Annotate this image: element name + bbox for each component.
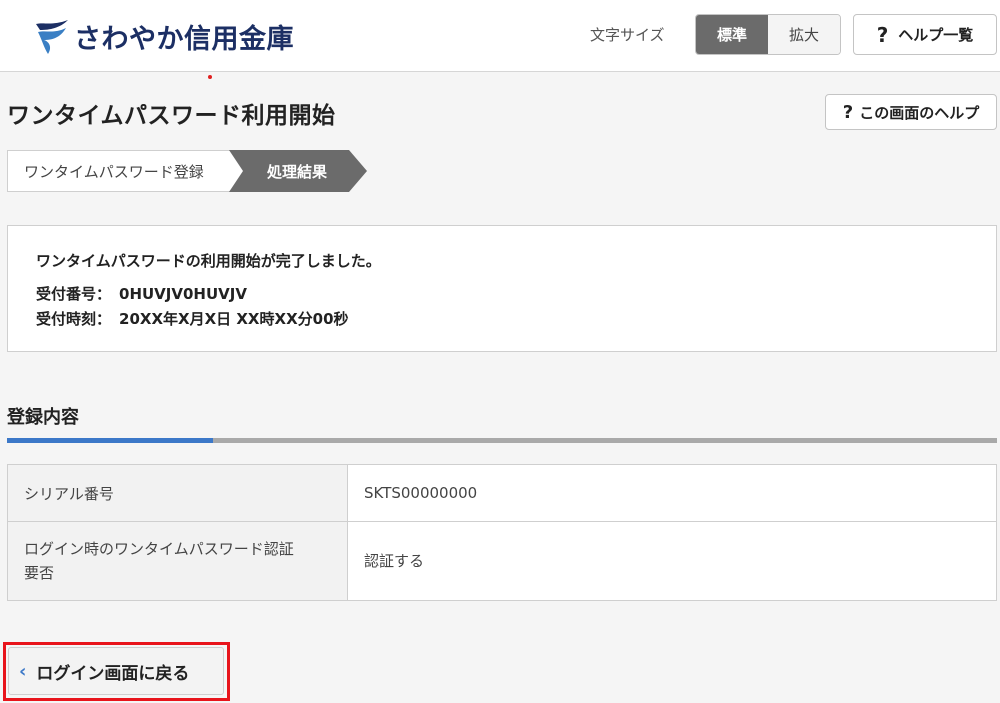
step-registration: ワンタイムパスワード登録 — [7, 150, 255, 192]
page-title: ワンタイムパスワード利用開始 — [7, 103, 336, 129]
section-divider-accent — [7, 438, 213, 443]
registration-table: シリアル番号 SKTS00000000 ログイン時のワンタイムパスワード認証 要… — [7, 464, 997, 601]
font-size-toggle: 標準 拡大 — [695, 14, 841, 55]
logo-wave-icon — [36, 20, 68, 54]
otp-auth-label-line1: ログイン時のワンタイムパスワード認証 — [24, 540, 294, 558]
red-dot-mark — [208, 75, 212, 79]
receipt-number: 受付番号： 0HUVJV0HUVJV — [36, 283, 247, 304]
section-title: 登録内容 — [7, 407, 79, 428]
site-header: さわやか信用金庫 文字サイズ 標準 拡大 ? ヘルプ一覧 — [0, 0, 1000, 72]
table-row: ログイン時のワンタイムパスワード認証 要否 認証する — [7, 521, 997, 601]
receipt-number-value: 0HUVJV0HUVJV — [119, 285, 247, 303]
help-list-label: ヘルプ一覧 — [898, 26, 974, 44]
back-to-login-label: ログイン画面に戻る — [36, 663, 190, 684]
question-icon: ? — [842, 101, 854, 123]
bank-name: さわやか信用金庫 — [74, 23, 294, 55]
completion-message: ワンタイムパスワードの利用開始が完了しました。 — [36, 252, 381, 270]
serial-number-value: SKTS00000000 — [347, 464, 997, 522]
table-row: シリアル番号 SKTS00000000 — [7, 464, 997, 522]
receipt-time-value: 20XX年X月X日 XX時XX分00秒 — [119, 310, 349, 328]
question-icon: ? — [876, 22, 889, 47]
otp-auth-label-line2: 要否 — [24, 564, 55, 582]
screen-help-label: この画面のヘルプ — [859, 103, 980, 122]
screen-help-button[interactable]: ? この画面のヘルプ — [825, 94, 997, 130]
receipt-time-label: 受付時刻： — [36, 310, 112, 328]
font-size-large-button[interactable]: 拡大 — [768, 15, 840, 54]
bank-logo[interactable]: さわやか信用金庫 — [32, 14, 294, 58]
step-label: 処理結果 — [267, 163, 328, 181]
otp-auth-label: ログイン時のワンタイムパスワード認証 要否 — [7, 521, 348, 601]
receipt-number-label: 受付番号： — [36, 285, 112, 303]
serial-number-label: シリアル番号 — [7, 464, 348, 522]
receipt-time: 受付時刻： 20XX年X月X日 XX時XX分00秒 — [36, 308, 349, 329]
section-divider — [7, 438, 997, 443]
otp-auth-value: 認証する — [347, 521, 997, 601]
result-panel: ワンタイムパスワードの利用開始が完了しました。 受付番号： 0HUVJV0HUVJ… — [7, 225, 997, 352]
step-label: ワンタイムパスワード登録 — [24, 162, 204, 181]
chevron-left-icon: ‹ — [19, 660, 27, 682]
font-size-standard-button[interactable]: 標準 — [696, 15, 768, 54]
help-list-button[interactable]: ? ヘルプ一覧 — [853, 14, 997, 55]
back-to-login-button[interactable]: ‹ ログイン画面に戻る — [8, 647, 224, 695]
step-result-active: 処理結果 — [229, 150, 367, 192]
font-size-label: 文字サイズ — [590, 26, 665, 44]
